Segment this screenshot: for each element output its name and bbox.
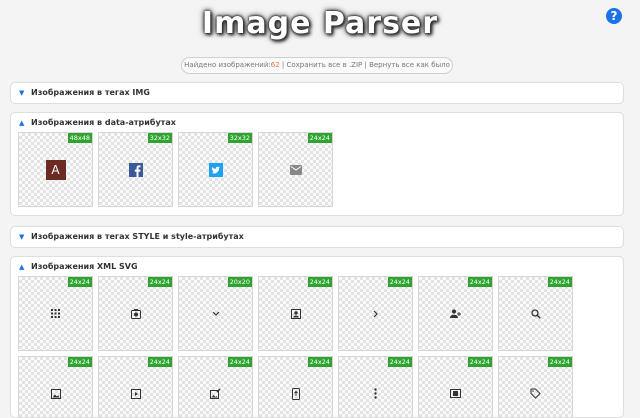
more-vertical-icon (370, 388, 382, 400)
size-badge: 20x20 (227, 277, 252, 287)
image-tile[interactable]: 24x24 (258, 356, 333, 417)
size-badge: 48x48 (67, 133, 92, 143)
size-badge: 24x24 (307, 133, 332, 143)
apps-grid-icon (50, 308, 62, 320)
image-tile[interactable]: 24x24 (338, 276, 413, 351)
image-tile[interactable]: 24x24 (258, 276, 333, 351)
image-tile[interactable]: 24x24 (258, 132, 333, 207)
collapse-arrow-icon: ▲ (19, 263, 25, 271)
image-tile[interactable]: 48x48 A (18, 132, 93, 207)
reset-link[interactable]: Вернуть все как было (369, 61, 450, 69)
separator: | (281, 61, 285, 69)
image-tile[interactable]: 24x24 (338, 356, 413, 417)
size-badge: 24x24 (227, 357, 252, 367)
section-svg: ▲ Изображения XML SVG 24x24 24x24 20x20 2… (10, 256, 624, 418)
section-svg-title: Изображения XML SVG (31, 262, 138, 271)
size-badge: 24x24 (147, 277, 172, 287)
size-badge: 24x24 (307, 277, 332, 287)
app-logo-title: Image Parser (201, 6, 439, 41)
image-tile[interactable]: 24x24 (498, 276, 573, 351)
image-tile[interactable]: 32x32 (178, 132, 253, 207)
section-data-attributes-header[interactable]: ▲ Изображения в data-атрибутах (11, 113, 623, 133)
found-label: Найдено изображений: (184, 61, 271, 69)
image-tile[interactable]: 24x24 (18, 356, 93, 417)
section-svg-header[interactable]: ▲ Изображения XML SVG (11, 257, 623, 277)
collapse-arrow-icon: ▲ (19, 119, 25, 127)
account-box-icon (290, 308, 302, 320)
expand-arrow-icon: ▼ (19, 233, 25, 241)
image-tile[interactable]: 24x24 (498, 356, 573, 417)
add-person-icon (450, 308, 462, 320)
size-badge: 24x24 (547, 277, 572, 287)
save-zip-link[interactable]: Сохранить все в .ZIP (286, 61, 362, 69)
size-badge: 32x32 (147, 133, 172, 143)
section-data-attributes: ▲ Изображения в data-атрибутах 48x48 A 32… (10, 112, 624, 216)
section-data-attributes-title: Изображения в data-атрибутах (31, 118, 176, 127)
id-card-icon (450, 388, 462, 400)
phone-upload-icon (290, 387, 302, 400)
chevron-down-icon (210, 308, 222, 320)
svg-grid: 24x24 24x24 20x20 24x24 24x24 24x24 24x2… (18, 276, 618, 417)
search-icon (530, 308, 542, 320)
header: Image Parser ? (0, 0, 640, 50)
expand-arrow-icon: ▼ (19, 89, 25, 97)
avatar-letter-icon: A (45, 159, 66, 180)
image-icon (50, 388, 62, 400)
chevron-right-icon (370, 308, 382, 320)
section-img: ▼ Изображения в тегах IMG (10, 82, 624, 104)
image-tile[interactable]: 24x24 (418, 276, 493, 351)
image-edit-icon (210, 388, 222, 400)
size-badge: 24x24 (67, 357, 92, 367)
size-badge: 24x24 (387, 357, 412, 367)
size-badge: 24x24 (547, 357, 572, 367)
section-style-title: Изображения в тегах STYLE и style-атрибу… (31, 232, 244, 241)
size-badge: 24x24 (387, 277, 412, 287)
image-tile[interactable]: 32x32 (98, 132, 173, 207)
found-count: 62 (270, 61, 280, 69)
help-icon[interactable]: ? (606, 8, 622, 24)
image-tile[interactable]: 20x20 (178, 276, 253, 351)
image-tile[interactable]: 24x24 (178, 356, 253, 417)
section-style: ▼ Изображения в тегах STYLE и style-атриб… (10, 226, 624, 248)
size-badge: 24x24 (67, 277, 92, 287)
mail-icon (289, 164, 302, 176)
image-tile[interactable]: 24x24 (418, 356, 493, 417)
label-icon (530, 388, 542, 400)
size-badge: 24x24 (307, 357, 332, 367)
facebook-icon (128, 162, 143, 177)
data-attributes-grid: 48x48 A 32x32 32x32 24x24 (18, 132, 618, 207)
twitter-icon (208, 162, 223, 177)
image-tile[interactable]: 24x24 (18, 276, 93, 351)
section-img-header[interactable]: ▼ Изображения в тегах IMG (11, 83, 623, 103)
video-box-icon (130, 388, 142, 400)
size-badge: 32x32 (227, 133, 252, 143)
section-style-header[interactable]: ▼ Изображения в тегах STYLE и style-атриб… (11, 227, 623, 247)
section-img-title: Изображения в тегах IMG (31, 88, 150, 97)
separator: | (364, 61, 367, 69)
size-badge: 24x24 (467, 357, 492, 367)
image-tile[interactable]: 24x24 (98, 356, 173, 417)
image-tile[interactable]: 24x24 (98, 276, 173, 351)
size-badge: 24x24 (147, 357, 172, 367)
size-badge: 24x24 (467, 277, 492, 287)
stats-bar: Найдено изображений:62 | Сохранить все в… (181, 57, 453, 74)
camera-box-icon (130, 308, 142, 320)
